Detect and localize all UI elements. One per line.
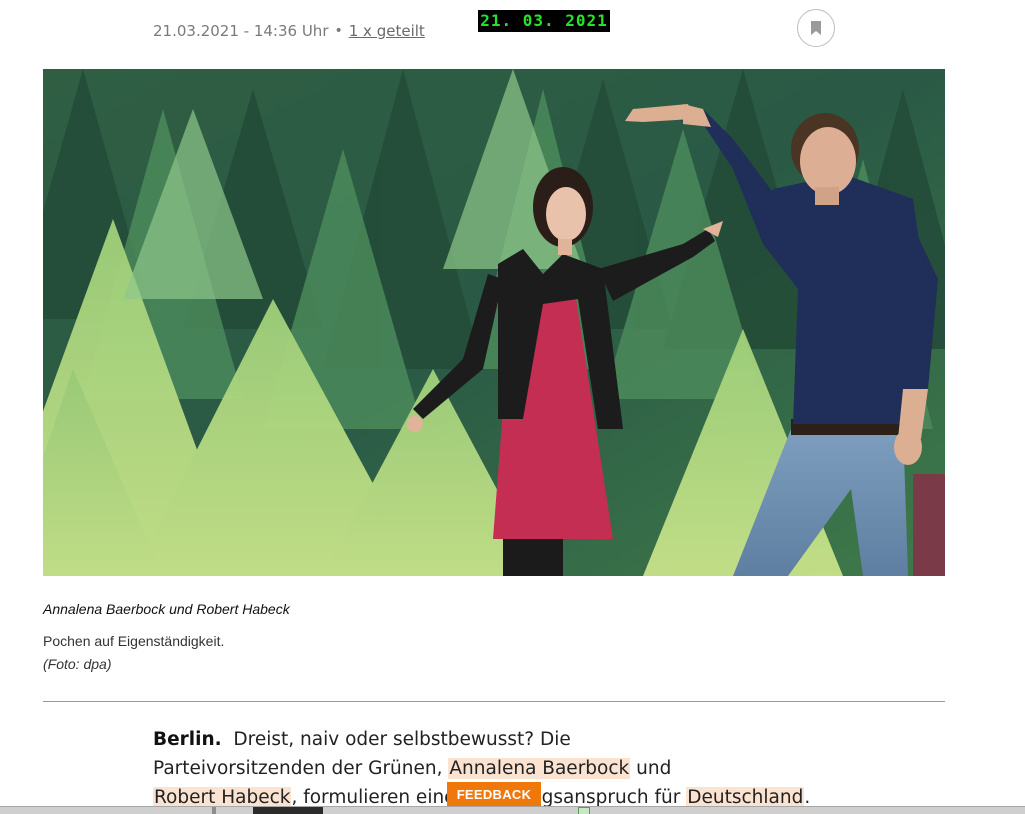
article-line: Parteivorsitzenden der Grünen, Annalena …: [153, 754, 853, 783]
section-divider: [43, 701, 945, 702]
bookmark-button[interactable]: [797, 9, 835, 47]
topic-link-deutschland[interactable]: Deutschland: [686, 787, 805, 808]
meta-separator: •: [334, 23, 343, 39]
bookmark-icon: [811, 21, 821, 35]
photo-caption-title: Annalena Baerbock und Robert Habeck: [43, 601, 290, 617]
article-page: 21.03.2021 - 14:36 Uhr • 1 x geteilt 21.…: [0, 0, 1025, 814]
article-text: Dreist, naiv oder selbstbewusst? Die: [233, 729, 571, 750]
photo-scene: [43, 69, 945, 576]
date-stamp-overlay: 21. 03. 2021: [478, 10, 610, 32]
publish-date: 21.03.2021 - 14:36 Uhr: [153, 22, 329, 40]
photo-caption-text: Pochen auf Eigenständigkeit.: [43, 633, 225, 649]
article-text: gsanspruch für: [541, 787, 687, 808]
article-text: Parteivorsitzenden der Grünen,: [153, 758, 449, 779]
taskbar-segment: [253, 807, 323, 814]
article-text: .: [804, 787, 811, 808]
article-text: , formulieren eine: [291, 787, 456, 808]
taskbar-segment: [578, 807, 590, 814]
browser-bottom-bar: [0, 806, 1025, 814]
share-count-link[interactable]: 1 x geteilt: [349, 22, 425, 40]
person-link-baerbock[interactable]: Annalena Baerbock: [448, 758, 631, 779]
photo-credit: (Foto: dpa): [43, 656, 112, 672]
article-meta: 21.03.2021 - 14:36 Uhr • 1 x geteilt: [153, 22, 425, 40]
taskbar-segment: [212, 807, 216, 814]
article-photo: [43, 69, 945, 576]
dateline: Berlin.: [153, 729, 222, 750]
person-link-habeck[interactable]: Robert Habeck: [153, 787, 292, 808]
feedback-button[interactable]: FEEDBACK: [447, 782, 541, 807]
article-text: und: [630, 758, 672, 779]
article-line: Berlin. Dreist, naiv oder selbstbewusst?…: [153, 725, 853, 754]
